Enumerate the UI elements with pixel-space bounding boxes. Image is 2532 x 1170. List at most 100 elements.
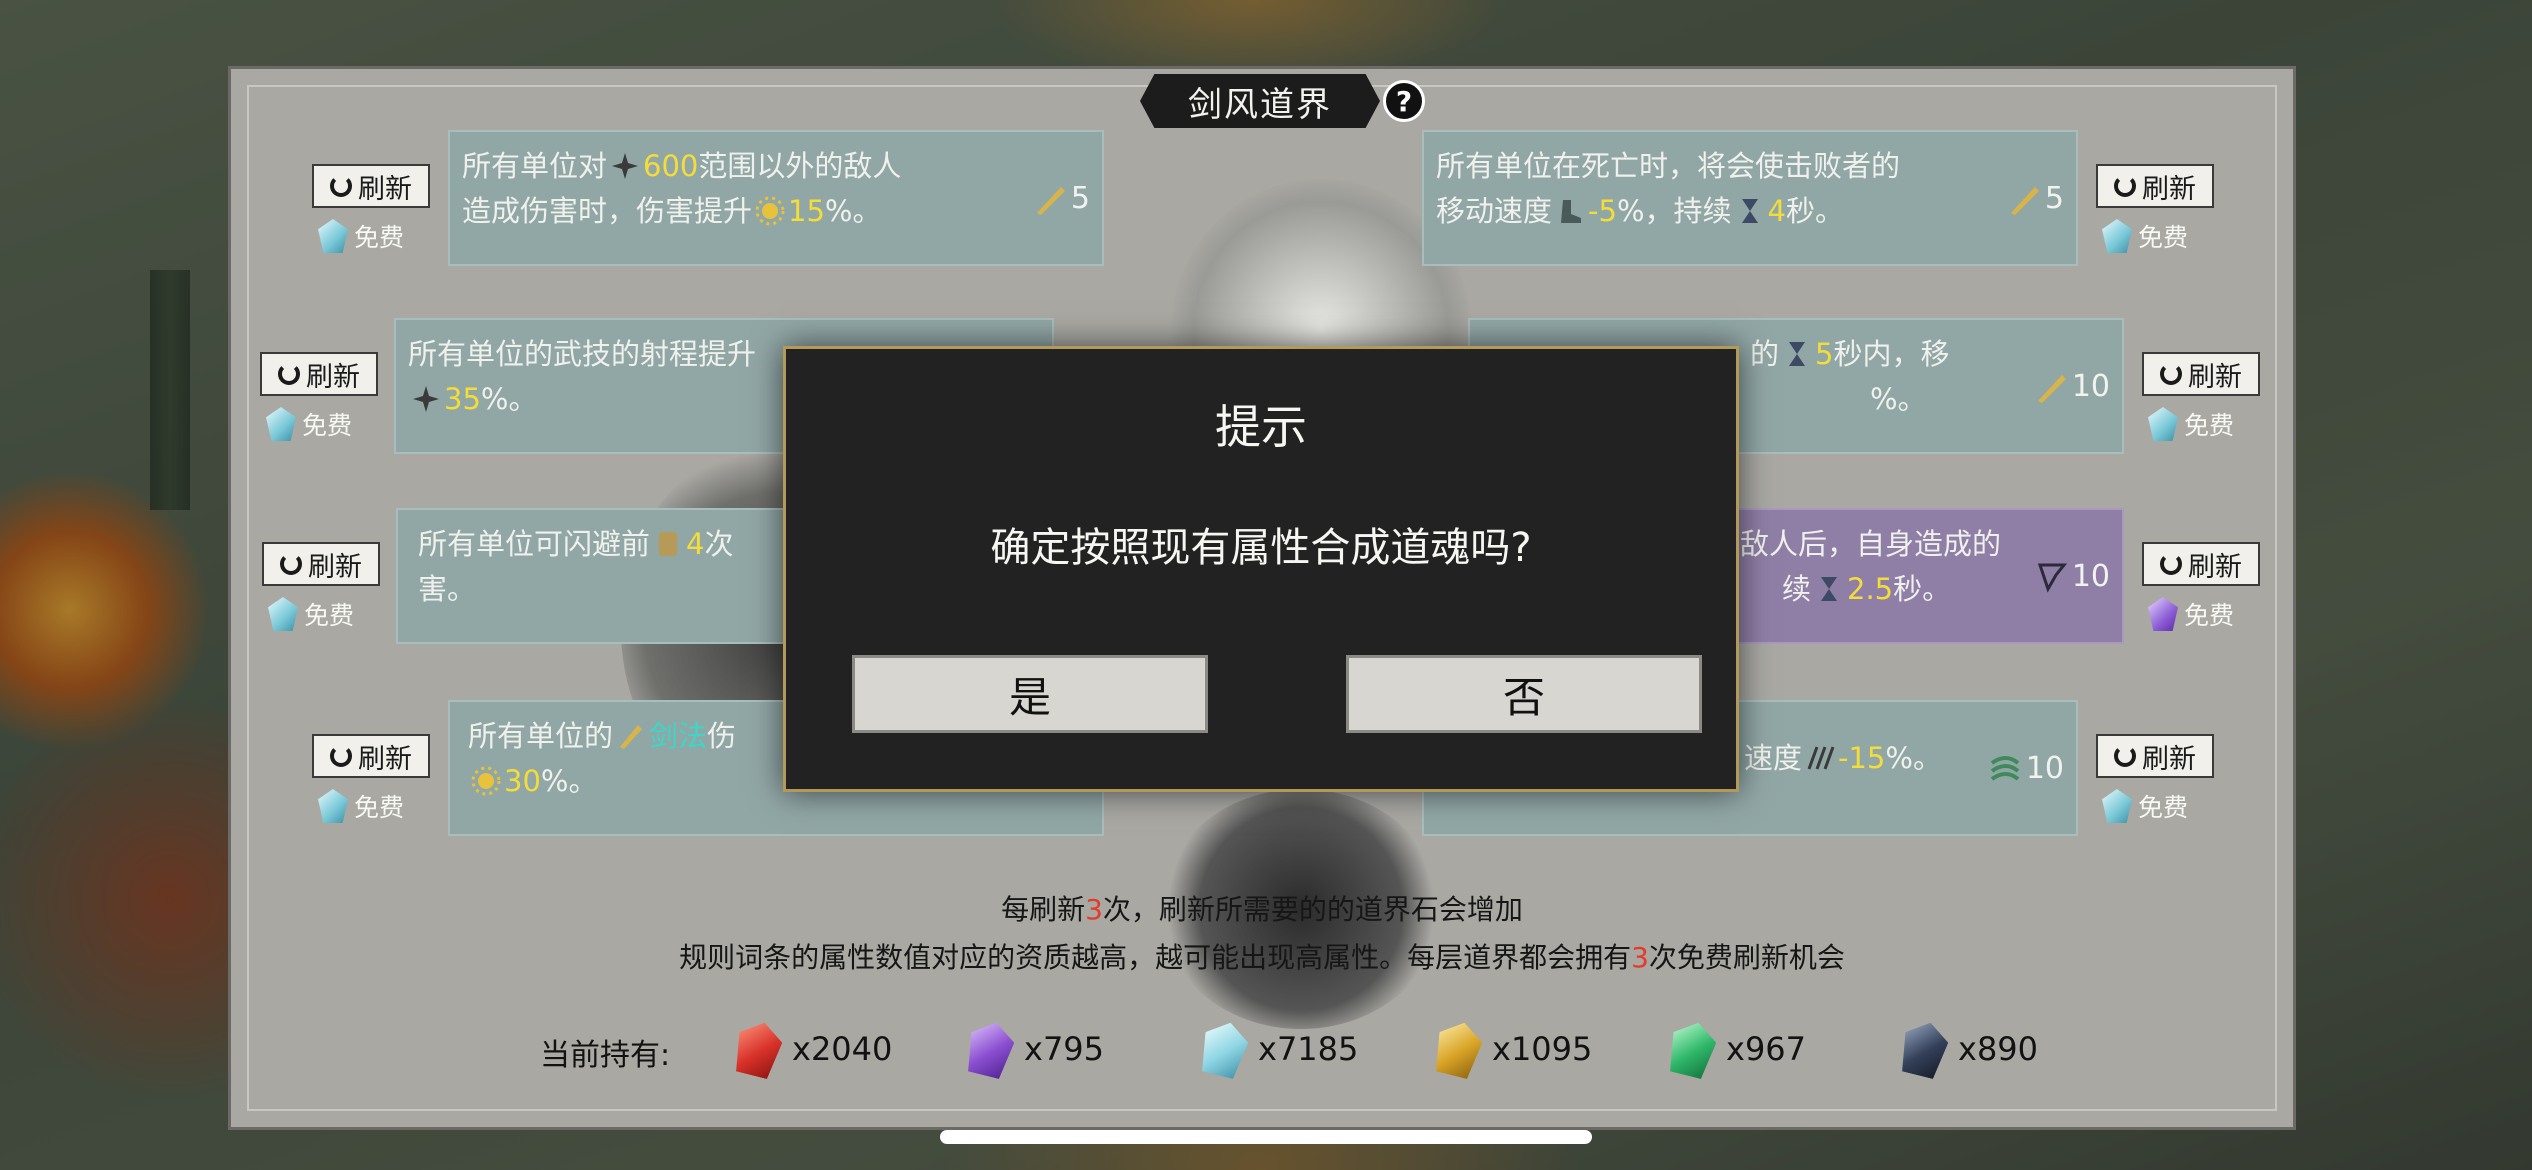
refresh-button-3[interactable]: 刷新 — [260, 352, 378, 396]
home-indicator[interactable] — [940, 1130, 1592, 1144]
rule-grade: 5 — [2007, 176, 2064, 221]
free-label: 免费 — [2184, 601, 2235, 630]
rule-text: 范围以外的敌人 — [698, 149, 902, 183]
rule-grade: 10 — [2034, 364, 2110, 409]
title-banner: 剑风道界 — [1140, 74, 1380, 128]
refresh-button-7[interactable]: 刷新 — [312, 734, 430, 778]
free-cost-3: 免费 — [266, 406, 352, 442]
refresh-button-5[interactable]: 刷新 — [262, 542, 380, 586]
rule-card-1[interactable]: 所有单位对 600范围以外的敌人 造成伤害时，伤害提升 15%。 5 — [448, 130, 1104, 266]
shuriken-icon — [612, 153, 639, 179]
currency-amount: x967 — [1726, 1030, 1807, 1068]
refresh-label: 刷新 — [2188, 361, 2242, 393]
info-text: 次免费刷新机会 — [1648, 941, 1845, 974]
info-text: 次，刷新所需要的的道界石会增加 — [1102, 893, 1523, 926]
help-button[interactable]: ? — [1383, 80, 1425, 122]
rule-value: 15 — [788, 194, 825, 228]
free-cost-8: 免费 — [2102, 788, 2188, 824]
rule-text: 害。 — [418, 572, 477, 606]
rule-text: 敌人后，自身造成的 续 2.5秒。 — [1740, 522, 2001, 612]
refresh-label: 刷新 — [306, 361, 360, 393]
refresh-icon — [2114, 745, 2136, 767]
rule-text: %。 — [480, 382, 538, 416]
rule-text: 所有单位的 剑法伤 30%。 — [468, 714, 736, 804]
free-label: 免费 — [304, 601, 355, 630]
rule-text: 所有单位在死亡时，将会使击败者的 — [1436, 149, 1901, 183]
no-button[interactable]: 否 — [1346, 655, 1702, 733]
confirm-dialog: 提示 确定按照现有属性合成道魂吗? 是 否 — [783, 346, 1739, 792]
refresh-button-2[interactable]: 刷新 — [2096, 164, 2214, 208]
cyan-crystal-icon — [318, 789, 348, 823]
quill-icon — [2037, 374, 2066, 403]
refresh-icon — [330, 745, 352, 767]
refresh-label: 刷新 — [2142, 173, 2196, 205]
refresh-button-8[interactable]: 刷新 — [2096, 734, 2214, 778]
quill-icon — [2010, 186, 2039, 215]
grade-value: 5 — [2044, 181, 2064, 216]
refresh-icon — [280, 553, 302, 575]
refresh-icon — [330, 175, 352, 197]
rule-text: 所有单位可闪避前 — [418, 527, 651, 561]
free-label: 免费 — [2184, 411, 2235, 440]
hourglass-icon — [1741, 199, 1758, 223]
grade-value: 10 — [2071, 559, 2110, 594]
info-text: 规则词条的属性数值对应的资质越高，越可能出现高属性。每层道界都会拥有 — [679, 941, 1632, 974]
dialog-title: 提示 — [1215, 400, 1307, 454]
quill-icon — [1036, 186, 1065, 215]
free-cost-5: 免费 — [268, 596, 354, 632]
cyan-crystal-icon — [268, 597, 298, 631]
hourglass-icon — [1789, 342, 1806, 366]
rule-value: -15 — [1838, 741, 1886, 775]
rule-text: 速度 -15%。 — [1744, 736, 1942, 781]
yes-button[interactable]: 是 — [852, 655, 1208, 733]
flag-icon — [2037, 563, 2067, 593]
rule-value: 5 — [1815, 337, 1834, 371]
hourglass-icon — [1821, 577, 1838, 601]
rule-text: 的 — [1750, 337, 1780, 371]
rule-text: 速度 — [1744, 741, 1803, 775]
rule-value: -5 — [1588, 194, 1617, 228]
rule-value: 35 — [444, 382, 481, 416]
refresh-button-4[interactable]: 刷新 — [2142, 352, 2260, 396]
grade-value: 10 — [2025, 751, 2064, 786]
rule-text: 所有单位的 — [468, 719, 614, 753]
currency-dark: x890 — [1902, 1022, 2038, 1076]
free-refresh-info: 规则词条的属性数值对应的资质越高，越可能出现高属性。每层道界都会拥有3次免费刷新… — [228, 936, 2296, 976]
grade-value: 5 — [1070, 181, 1090, 216]
rule-grade: 10 — [1988, 746, 2064, 791]
holdings-label: 当前持有: — [540, 1038, 671, 1073]
cyan-crystal-icon — [266, 407, 296, 441]
cyan-crystal-icon — [2102, 219, 2132, 253]
wind-icon — [1990, 755, 2020, 781]
currency-red: x2040 — [736, 1022, 892, 1076]
refresh-button-1[interactable]: 刷新 — [312, 164, 430, 208]
rule-card-2[interactable]: 所有单位在死亡时，将会使击败者的 移动速度 -5%，持续 4秒。 5 — [1422, 130, 2078, 266]
rule-value: 4 — [1767, 194, 1786, 228]
refresh-icon — [2160, 553, 2182, 575]
currency-green: x967 — [1670, 1022, 1806, 1076]
rule-text: 的 5秒内，移 %。 — [1750, 332, 1949, 422]
sun-icon — [755, 196, 785, 226]
free-cost-7: 免费 — [318, 788, 404, 824]
rule-text: 所有单位对 600范围以外的敌人 造成伤害时，伤害提升 15%。 — [462, 144, 901, 234]
rule-text: %。 — [1870, 382, 1927, 416]
refresh-button-6[interactable]: 刷新 — [2142, 542, 2260, 586]
rule-text: 所有单位在死亡时，将会使击败者的 移动速度 -5%，持续 4秒。 — [1436, 144, 1900, 234]
rule-value: 4 — [686, 527, 705, 561]
rule-grade: 10 — [2034, 554, 2110, 599]
rule-text: 移动速度 — [1436, 194, 1553, 228]
rule-text: %。 — [540, 764, 598, 798]
red-crystal-icon — [730, 1017, 786, 1080]
rule-text: 敌人后，自身造成的 — [1740, 527, 2002, 561]
free-label: 免费 — [2138, 793, 2189, 822]
claw-icon — [1807, 746, 1835, 770]
refresh-cost-info: 每刷新3次，刷新所需要的的道界石会增加 — [228, 888, 2296, 928]
info-number: 3 — [1085, 893, 1103, 926]
rule-text: 次 — [704, 527, 734, 561]
purple-crystal-icon — [2148, 597, 2178, 631]
currency-amount: x1095 — [1492, 1030, 1593, 1068]
rule-text: 伤 — [707, 719, 737, 753]
cyan-crystal-icon — [2148, 407, 2178, 441]
rule-text: 秒内，移 — [1833, 337, 1950, 371]
free-cost-6: 免费 — [2148, 596, 2234, 632]
